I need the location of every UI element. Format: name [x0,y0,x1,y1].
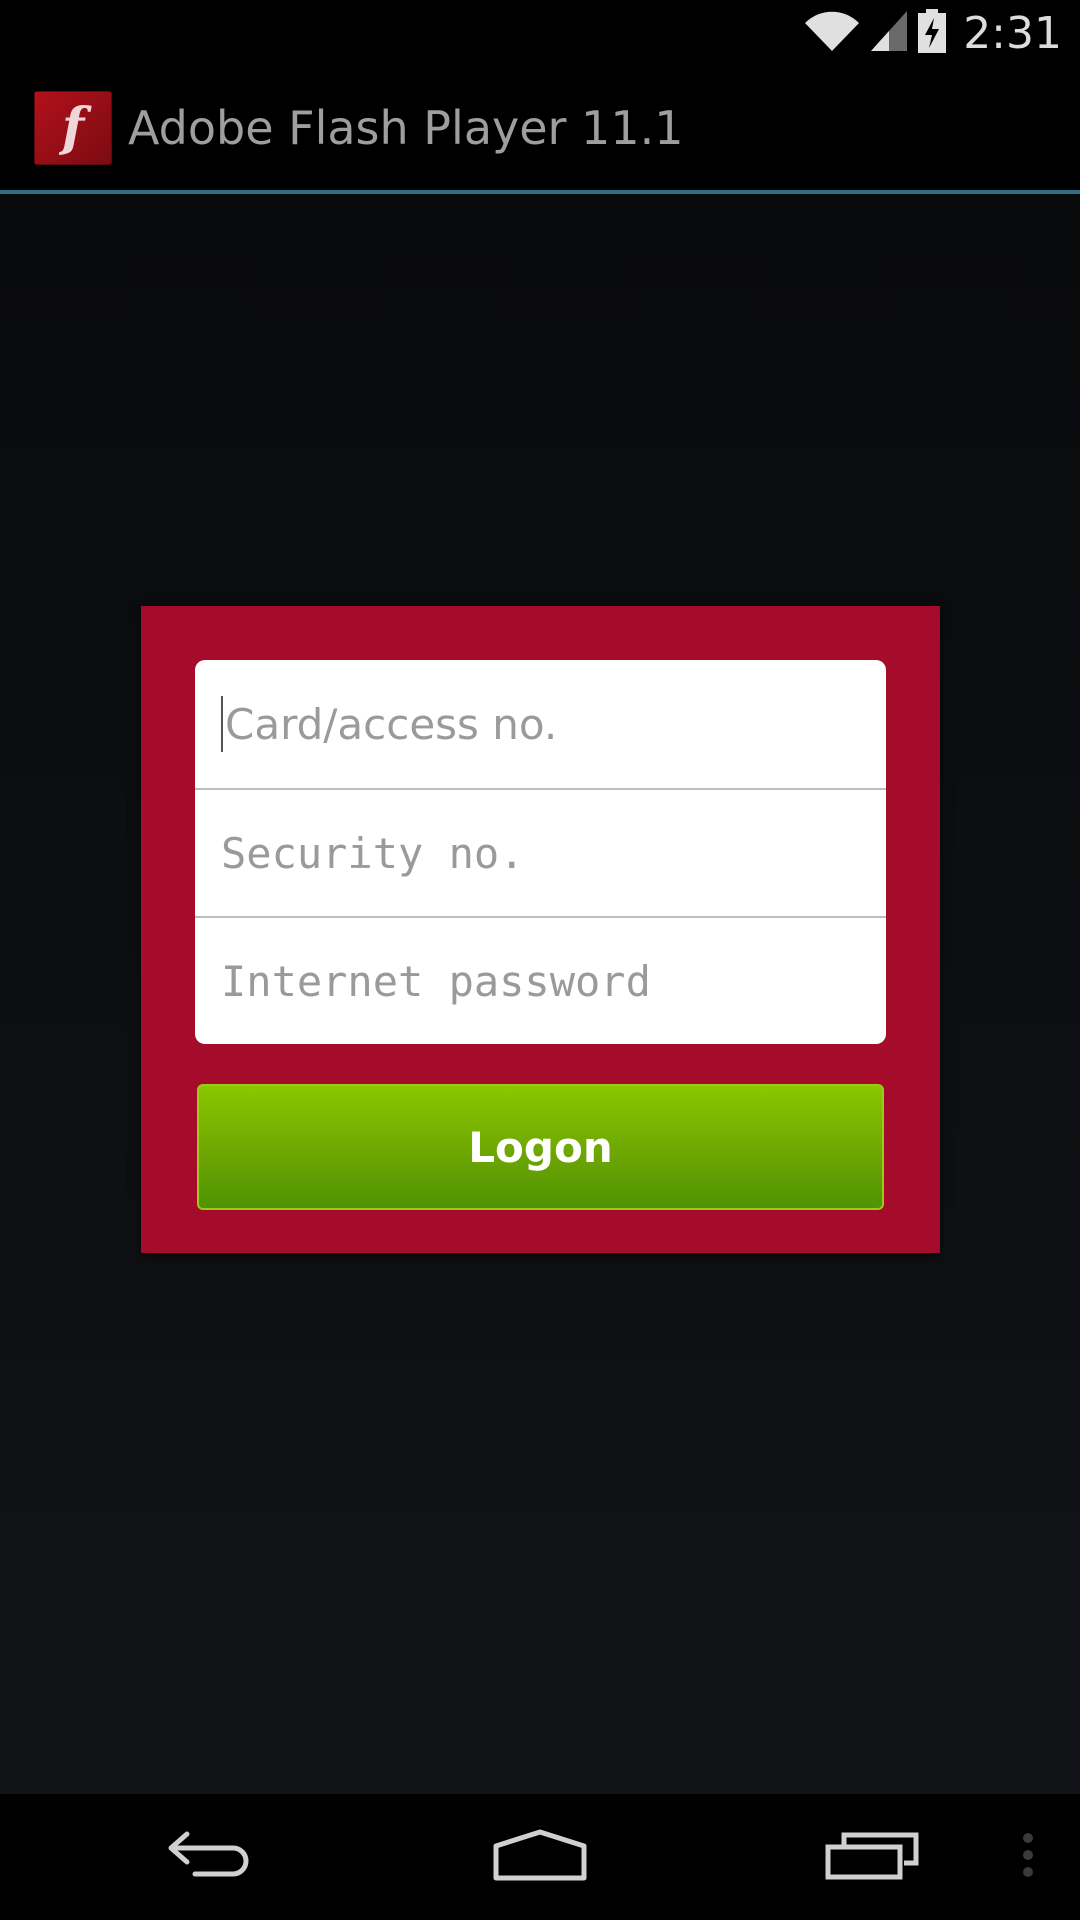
content-area: Card/access no. Security no. Internet pa… [0,194,1080,1794]
back-icon [165,1830,255,1885]
card-access-number-placeholder: Card/access no. [225,699,558,749]
menu-overflow-icon [1018,1830,1038,1885]
app-icon-glyph: f [61,97,85,158]
wifi-icon [803,9,861,58]
status-bar: 2:31 [0,0,1080,66]
recent-apps-button[interactable] [812,1820,932,1894]
login-card: Card/access no. Security no. Internet pa… [141,606,940,1253]
card-access-number-field[interactable]: Card/access no. [195,660,886,788]
recent-apps-icon [824,1829,920,1886]
credentials-box: Card/access no. Security no. Internet pa… [195,660,886,1044]
internet-password-placeholder: Internet password [221,956,651,1006]
status-icons [803,8,947,58]
clock: 2:31 [963,7,1062,59]
battery-charging-icon [917,8,947,58]
menu-overflow-button[interactable] [968,1820,1080,1894]
signal-icon [869,9,909,58]
navigation-bar [0,1794,1080,1920]
text-cursor [221,696,223,752]
screen: 2:31 f Adobe Flash Player 11.1 Card/acce… [0,0,1080,1920]
internet-password-field[interactable]: Internet password [195,916,886,1044]
security-number-field[interactable]: Security no. [195,788,886,916]
action-bar: f Adobe Flash Player 11.1 [0,66,1080,194]
flash-player-app-icon: f [34,91,112,165]
home-button[interactable] [480,1820,600,1894]
security-number-placeholder: Security no. [221,828,525,878]
app-title: Adobe Flash Player 11.1 [128,101,684,155]
home-icon [490,1828,590,1887]
logon-button[interactable]: Logon [197,1084,884,1210]
back-button[interactable] [150,1820,270,1894]
